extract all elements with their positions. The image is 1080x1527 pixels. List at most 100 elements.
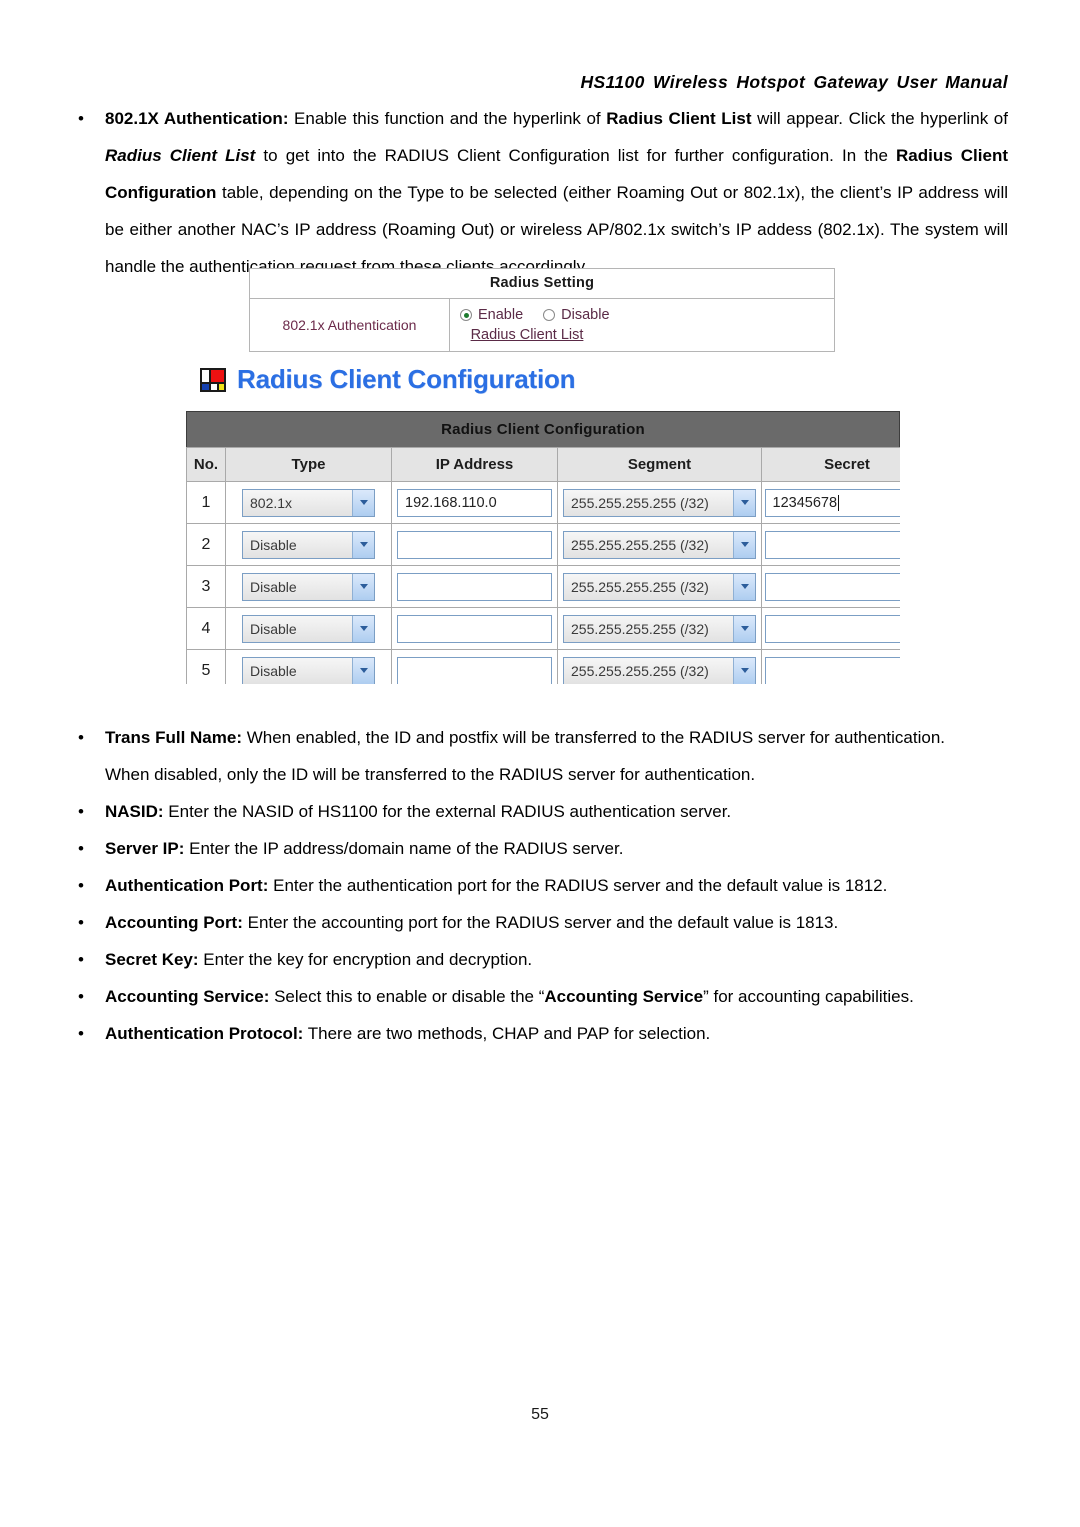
chevron-down-icon[interactable]: [733, 531, 755, 558]
bullet-row: • Authentication Port: Enter the authenti…: [72, 867, 1008, 904]
ip-address-value: 192.168.110.0: [405, 494, 497, 511]
document-page: { "header": { "running_title": "HS1100 W…: [0, 0, 1080, 1527]
rcc-header-row: No. Type IP Address Segment Secret: [186, 447, 900, 482]
table-row: 1 802.1x 192.168.110.0 255.255.255.255 (/32…: [186, 481, 900, 524]
bullet-text: Secret Key: Enter the key for encryption…: [105, 941, 1008, 978]
bullet-description: Enter the key for encryption and decrypt…: [198, 950, 533, 969]
bullet-text-post: ” for accounting capabilities.: [703, 987, 914, 1006]
bullet-row: • Accounting Service: Select this to enab…: [72, 978, 1008, 1015]
bullet-term: Secret Key:: [105, 950, 199, 969]
segment-select[interactable]: 255.255.255.255 (/32): [563, 614, 756, 643]
enable-radio[interactable]: [460, 309, 472, 321]
row-number: 2: [186, 523, 226, 566]
segment-cell: 255.255.255.255 (/32): [557, 649, 762, 684]
chevron-down-icon[interactable]: [733, 489, 755, 516]
bullet-description: Enter the IP address/domain name of the …: [184, 839, 624, 858]
chevron-down-icon[interactable]: [352, 531, 374, 558]
bullet-description: Enter the NASID of HS1100 for the extern…: [163, 802, 732, 821]
type-selected-value: 802.1x: [250, 494, 293, 511]
radius-setting-row-label: 802.1x Authentication: [250, 299, 450, 351]
bullet-term: NASID:: [105, 802, 164, 821]
column-header-no: No.: [186, 447, 226, 482]
mondrian-icon-white-bottom: [211, 383, 217, 390]
chevron-down-icon[interactable]: [352, 573, 374, 600]
type-select[interactable]: Disable: [242, 614, 375, 643]
bullet-row: • NASID: Enter the NASID of HS1100 for th…: [72, 793, 1008, 830]
table-row: 4 Disable 255.255.255.255 (/32): [186, 607, 900, 650]
ip-address-input[interactable]: [397, 656, 552, 684]
secret-input[interactable]: 12345678: [764, 488, 900, 517]
chevron-down-icon[interactable]: [352, 615, 374, 642]
bullet-term: Authentication Port:: [105, 876, 269, 895]
bullet-continuation-line: When disabled, only the ID will be trans…: [105, 765, 756, 784]
intro-line1-rest: Enable this function and the hyperlink o…: [288, 109, 607, 128]
bullet-item: • Accounting Service: Select this to enab…: [72, 978, 1008, 1015]
type-selected-value: Disable: [250, 662, 297, 679]
secret-input[interactable]: [764, 572, 900, 601]
type-cell: Disable: [225, 607, 392, 650]
segment-select[interactable]: 255.255.255.255 (/32): [563, 488, 756, 517]
bullet-emphasis: Accounting Service: [544, 987, 704, 1006]
bullet-row: • Authentication Protocol: There are two …: [72, 1015, 1008, 1052]
bullet-text: Server IP: Enter the IP address/domain n…: [105, 830, 1008, 867]
type-select[interactable]: Disable: [242, 572, 375, 601]
ip-address-cell: 192.168.110.0: [391, 481, 558, 524]
chevron-down-icon[interactable]: [733, 573, 755, 600]
intro-emph-1: Radius Client List: [606, 109, 752, 128]
radius-setting-panel: Radius Setting 802.1x Authentication Ena…: [249, 268, 835, 352]
bullet-row: • Accounting Port: Enter the accounting p…: [72, 904, 1008, 941]
bullet-text: Authentication Port: Enter the authentic…: [105, 867, 1008, 904]
ip-address-input[interactable]: [397, 530, 552, 559]
bullet-text: NASID: Enter the NASID of HS1100 for the…: [105, 793, 1008, 830]
bullet-glyph: •: [78, 728, 84, 747]
bullet-term: Server IP:: [105, 839, 185, 858]
segment-select[interactable]: 255.255.255.255 (/32): [563, 530, 756, 559]
radius-client-list-link[interactable]: Radius Client List: [471, 327, 584, 343]
type-select[interactable]: Disable: [242, 656, 375, 684]
bullet-item: • Authentication Port: Enter the authenti…: [72, 867, 1008, 904]
segment-selected-value: 255.255.255.255 (/32): [571, 662, 709, 679]
type-select[interactable]: Disable: [242, 530, 375, 559]
secret-input[interactable]: [764, 530, 900, 559]
bullet-text: Authentication Protocol: There are two m…: [105, 1015, 1008, 1052]
secret-cell: [761, 565, 900, 608]
bullet-item: • NASID: Enter the NASID of HS1100 for th…: [72, 793, 1008, 830]
disable-radio[interactable]: [543, 309, 556, 321]
radius-setting-title-text: Radius Setting: [489, 275, 595, 291]
bullet-glyph: •: [78, 109, 84, 128]
type-select[interactable]: 802.1x: [242, 488, 375, 517]
radius-client-list-line: Radius Client List: [460, 327, 834, 343]
radius-setting-title: Radius Setting: [250, 269, 834, 299]
intro-emph-2: Radius Client List: [105, 146, 256, 165]
rcc-titlebar: Radius Client Configuration: [186, 411, 900, 447]
ip-address-cell: [391, 523, 558, 566]
bullet-glyph: •: [78, 802, 84, 821]
mondrian-icon-white-top: [202, 369, 209, 382]
segment-select[interactable]: 255.255.255.255 (/32): [563, 572, 756, 601]
ip-address-cell: [391, 565, 558, 608]
ip-address-input[interactable]: 192.168.110.0: [397, 488, 552, 517]
radius-setting-row: 802.1x Authentication Enable Disable Rad…: [250, 299, 834, 351]
bullet-glyph: •: [78, 839, 84, 858]
ip-address-input[interactable]: [397, 614, 552, 643]
segment-select[interactable]: 255.255.255.255 (/32): [563, 656, 756, 684]
chevron-down-icon[interactable]: [352, 657, 374, 684]
chevron-down-icon[interactable]: [733, 615, 755, 642]
secret-input[interactable]: [764, 614, 900, 643]
column-header-segment: Segment: [557, 447, 762, 482]
bullet-item: • Accounting Port: Enter the accounting p…: [72, 904, 1008, 941]
secret-value: 12345678: [772, 494, 838, 511]
chevron-down-icon[interactable]: [733, 657, 755, 684]
bullet-glyph: •: [78, 950, 84, 969]
intro-term: 802.1X Authentication:: [105, 109, 289, 128]
ip-address-cell: [391, 649, 558, 684]
segment-cell: 255.255.255.255 (/32): [557, 565, 762, 608]
intro-paragraph-block: • 802.1X Authentication: Enable this fun…: [72, 100, 1008, 285]
ip-address-input[interactable]: [397, 572, 552, 601]
chevron-down-icon[interactable]: [352, 489, 374, 516]
bullet-glyph: •: [78, 913, 84, 932]
table-row: 3 Disable 255.255.255.255 (/32): [186, 565, 900, 608]
row-number: 1: [186, 481, 226, 524]
secret-input[interactable]: [764, 656, 900, 684]
mondrian-icon-red-block: [211, 369, 224, 382]
